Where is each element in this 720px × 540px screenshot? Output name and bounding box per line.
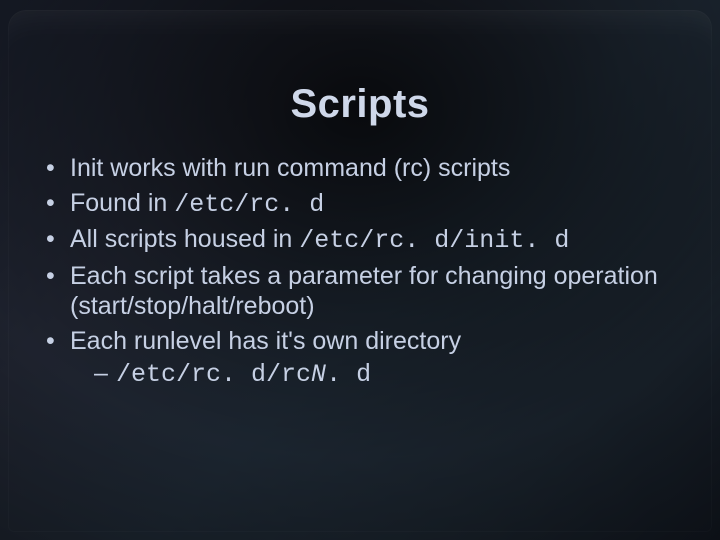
code-path: /etc/rc. d/rc <box>116 360 311 389</box>
bullet-item: Each script takes a parameter for changi… <box>40 261 680 322</box>
bullet-text: Found in <box>70 189 174 217</box>
bullet-text: Each runlevel has it's own directory <box>70 327 461 355</box>
slide: Scripts Init works with run command (rc)… <box>0 0 720 540</box>
bullet-text: Each script takes a parameter for changi… <box>70 262 658 321</box>
code-path-ital: N <box>311 360 326 389</box>
code-path: /etc/rc. d <box>174 190 324 219</box>
bullet-item: Init works with run command (rc) scripts <box>40 153 680 184</box>
sub-bullet-list: /etc/rc. d/rcN. d <box>94 358 680 391</box>
code-path-tail: . d <box>326 360 371 389</box>
slide-content: Init works with run command (rc) scripts… <box>0 127 720 391</box>
code-path: /etc/rc. d/init. d <box>299 226 569 255</box>
slide-title: Scripts <box>0 0 720 127</box>
bullet-text: All scripts housed in <box>70 225 299 253</box>
bullet-item: Each runlevel has it's own directory /et… <box>40 326 680 391</box>
sub-bullet-item: /etc/rc. d/rcN. d <box>94 358 680 391</box>
bullet-text: Init works with run command (rc) scripts <box>70 154 510 182</box>
bullet-item: Found in /etc/rc. d <box>40 188 680 221</box>
bullet-list: Init works with run command (rc) scripts… <box>40 153 680 391</box>
bullet-item: All scripts housed in /etc/rc. d/init. d <box>40 224 680 257</box>
